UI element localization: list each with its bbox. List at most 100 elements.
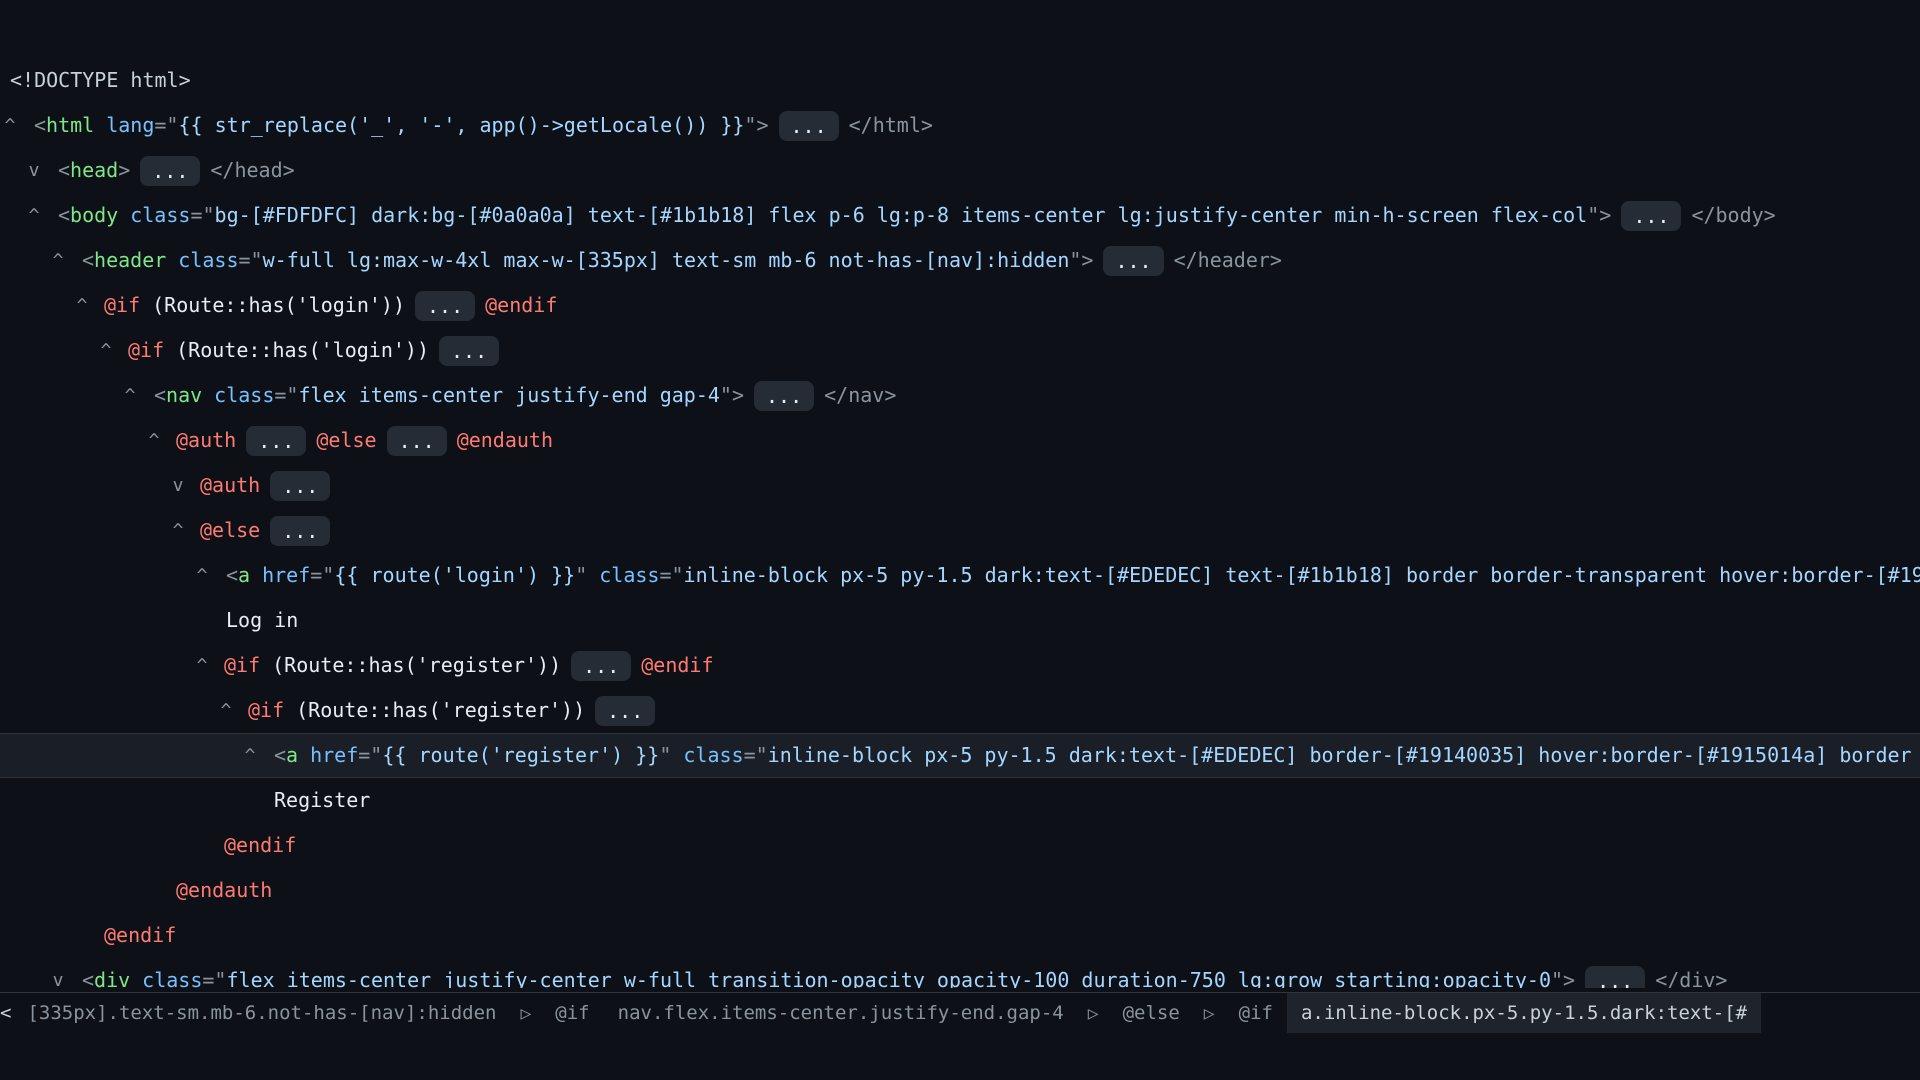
closing-tag: </head> — [210, 158, 295, 182]
bracket: < — [82, 968, 95, 988]
collapsed-children-button[interactable]: ... — [1621, 200, 1682, 231]
collapse-toggle-icon[interactable]: v — [24, 148, 44, 193]
directive-end: @endif — [641, 653, 714, 677]
collapse-toggle-icon[interactable]: v — [48, 958, 68, 988]
directive-args: (Route::has('register')) — [272, 653, 562, 677]
tree-row-body[interactable]: ^ < body class =" bg-[#FDFDFC] dark:bg-[#0a0… — [0, 193, 1920, 238]
closing-tag: </nav> — [824, 383, 897, 407]
collapsed-children-button[interactable]: ... — [571, 650, 632, 681]
directive: @auth — [200, 473, 261, 497]
attr-quote: " — [575, 563, 588, 587]
tree-row-if-login-inner[interactable]: ^ @if (Route::has('login')) ... — [0, 328, 1920, 373]
expand-toggle-icon[interactable]: ^ — [216, 688, 236, 733]
bracket: > — [118, 158, 131, 182]
collapsed-children-button[interactable]: ... — [415, 290, 476, 321]
collapsed-children-button[interactable]: ... — [140, 155, 201, 186]
collapsed-children-button[interactable]: ... — [1585, 965, 1646, 988]
node-content: < nav class =" flex items-center justify-end… — [154, 373, 896, 418]
bracket: < — [274, 743, 287, 767]
node-content: < head > ... </head> — [58, 148, 295, 193]
tree-row-endif[interactable]: @endif — [0, 823, 1920, 868]
closing-tag: </header> — [1173, 248, 1282, 272]
attr-name: href — [310, 743, 359, 767]
expand-toggle-icon[interactable]: ^ — [240, 734, 260, 777]
expand-toggle-icon[interactable]: ^ — [72, 283, 92, 328]
node-content: @auth ... @else ... @endauth — [176, 418, 553, 463]
expand-toggle-icon[interactable]: ^ — [192, 643, 212, 688]
tree-row-div[interactable]: v < div class =" flex items-center justify-c… — [0, 958, 1920, 988]
attr-name: class — [142, 968, 203, 988]
expand-toggle-icon[interactable]: ^ — [168, 508, 188, 553]
tree-row-header[interactable]: ^ < header class =" w-full lg:max-w-4xl max-… — [0, 238, 1920, 283]
tree-row-html[interactable]: ^ < html lang ="{{ str_replace('_', '-', ap… — [0, 103, 1920, 148]
breadcrumb-item-if-register[interactable]: @if — [1225, 993, 1287, 1033]
expand-toggle-icon[interactable]: ^ — [0, 103, 20, 148]
attr-name: href — [262, 563, 311, 587]
tree-row-auth[interactable]: v @auth ... — [0, 463, 1920, 508]
collapsed-children-button[interactable]: ... — [270, 515, 331, 546]
directive-end: @endif — [224, 833, 297, 857]
tree-row-if-login[interactable]: ^ @if (Route::has('login')) ... @endif — [0, 283, 1920, 328]
tree-row-doctype[interactable]: <!DOCTYPE html> — [0, 58, 1920, 103]
breadcrumb-separator-icon: ▷ — [1203, 1002, 1215, 1024]
expand-toggle-icon[interactable]: ^ — [24, 193, 44, 238]
collapsed-children-button[interactable]: ... — [1103, 245, 1164, 276]
node-content: @endauth — [176, 868, 272, 913]
collapsed-children-button[interactable]: ... — [270, 470, 331, 501]
expand-toggle-icon[interactable]: ^ — [144, 418, 164, 463]
expand-toggle-icon[interactable]: ^ — [48, 238, 68, 283]
closing-tag: </body> — [1691, 203, 1776, 227]
tree-row-text-register[interactable]: Register — [0, 778, 1920, 823]
directive-end: @endauth — [176, 878, 273, 902]
node-content: < header class =" w-full lg:max-w-4xl max-w-… — [82, 238, 1282, 283]
breadcrumb-item-nav[interactable]: nav.flex.items-center.justify-end.gap-4 — [604, 993, 1078, 1033]
collapsed-children-button[interactable]: ... — [778, 110, 839, 141]
directive-args: (Route::has('register')) — [296, 698, 586, 722]
collapsed-children-button[interactable]: ... — [595, 695, 656, 726]
breadcrumb-item-if[interactable]: @if — [541, 993, 603, 1033]
tree-row-head[interactable]: v < head > ... </head> — [0, 148, 1920, 193]
tag-name: head — [70, 158, 119, 182]
attr-value: {{ route('register') }} — [382, 743, 660, 767]
breadcrumb-item-header[interactable]: [335px].text-sm.mb-6.not-has-[nav]:hidde… — [13, 993, 510, 1033]
collapsed-children-button[interactable]: ... — [246, 425, 307, 456]
tree-row-text-login[interactable]: Log in — [0, 598, 1920, 643]
directive: @if — [128, 338, 165, 362]
attr-eq: =" — [743, 743, 768, 767]
node-content: Register — [274, 778, 370, 823]
tag-name: a — [286, 743, 299, 767]
breadcrumb-scroll-left-icon[interactable]: < — [0, 1002, 13, 1024]
tree-row-endauth[interactable]: @endauth — [0, 868, 1920, 913]
tree-row-a-login[interactable]: ^ < a href ="{{ route('login') }} " class =" in… — [0, 553, 1920, 598]
collapsed-children-button[interactable]: ... — [754, 380, 815, 411]
node-content: @auth ... — [200, 463, 340, 508]
breadcrumb-item-else[interactable]: @else — [1109, 993, 1194, 1033]
expand-toggle-icon[interactable]: ^ — [96, 328, 116, 373]
tree-row-auth-block[interactable]: ^ @auth ... @else ... @endauth — [0, 418, 1920, 463]
bracket: "> — [1069, 248, 1094, 272]
collapsed-children-button[interactable]: ... — [439, 335, 500, 366]
bracket: < — [34, 113, 47, 137]
breadcrumb-item-a-selected[interactable]: a.inline-block.px-5.py-1.5.dark:text-[# — [1286, 993, 1762, 1033]
attr-value: flex items-center justify-center w-full … — [226, 968, 1551, 988]
tree-row-if-register-inner[interactable]: ^ @if (Route::has('register')) ... — [0, 688, 1920, 733]
tree-row-endif-outer[interactable]: @endif — [0, 913, 1920, 958]
expand-toggle-icon[interactable]: ^ — [192, 553, 212, 598]
tree-row-if-register[interactable]: ^ @if (Route::has('register')) ... @endif — [0, 643, 1920, 688]
node-content: < html lang ="{{ str_replace('_', '-', app(… — [34, 103, 933, 148]
tree-row-nav[interactable]: ^ < nav class =" flex items-center justify-e… — [0, 373, 1920, 418]
attr-value: inline-block px-5 py-1.5 dark:text-[#EDE… — [683, 563, 1920, 587]
breadcrumb-separator-icon: ▷ — [1087, 1002, 1099, 1024]
closing-tag: </div> — [1655, 968, 1728, 988]
attr-eq: =" — [358, 743, 383, 767]
collapse-toggle-icon[interactable]: v — [168, 463, 188, 508]
tree-row-else[interactable]: ^ @else ... — [0, 508, 1920, 553]
collapsed-children-button[interactable]: ... — [386, 425, 447, 456]
expand-toggle-icon[interactable]: ^ — [120, 373, 140, 418]
tree-row-a-register-selected[interactable]: ^ < a href ="{{ route('register') }} " class =… — [0, 733, 1920, 778]
node-content: @endif — [104, 913, 176, 958]
attr-eq: =" — [190, 203, 215, 227]
directive: @if — [224, 653, 261, 677]
node-content: @if (Route::has('register')) ... — [248, 688, 665, 733]
directive-args: (Route::has('login')) — [152, 293, 405, 317]
